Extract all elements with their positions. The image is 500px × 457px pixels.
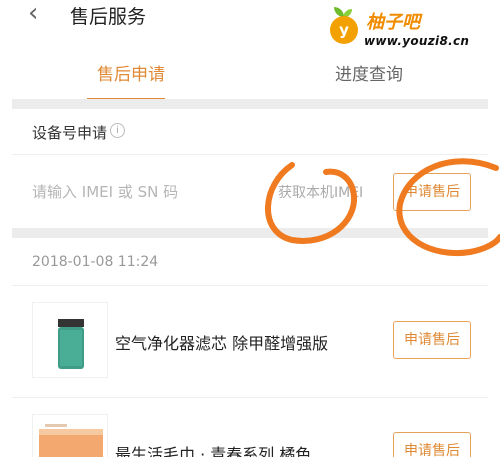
divider — [12, 285, 488, 286]
info-circle-icon[interactable]: i — [110, 123, 125, 138]
apply-after-sales-button[interactable]: 申请售后 — [393, 321, 471, 359]
section-separator — [12, 99, 488, 109]
apply-after-sales-button[interactable]: 申请售后 — [393, 432, 471, 457]
filter-product-image — [58, 319, 84, 369]
imei-sn-input[interactable] — [32, 180, 262, 204]
product-name: 最生活毛巾 · 青春系列 橘色 — [115, 445, 312, 457]
order-date: 2018-01-08 11:24 — [32, 254, 159, 270]
page-title: 售后服务 — [70, 6, 147, 28]
device-section-label: 设备号申请 — [32, 124, 108, 142]
tab-after-sales-apply[interactable]: 售后申请 — [97, 60, 165, 85]
divider — [12, 154, 488, 155]
divider — [12, 397, 488, 398]
product-name: 空气净化器滤芯 除甲醛增强版 — [115, 334, 329, 353]
watermark-brand: 柚子吧 — [366, 12, 420, 33]
towel-product-image — [39, 424, 103, 457]
air-filter-thumbnail[interactable] — [32, 302, 108, 378]
towel-thumbnail[interactable] — [32, 414, 108, 457]
device-apply-after-sales-button[interactable]: 申请售后 — [393, 173, 471, 211]
back-chevron-icon[interactable]: ‹ — [28, 0, 38, 26]
tab-bar: 售后申请 进度查询 — [0, 38, 500, 100]
section-separator — [12, 228, 488, 238]
get-device-imei-link[interactable]: 获取本机IMEI — [278, 182, 363, 202]
tab-progress-query[interactable]: 进度查询 — [335, 60, 403, 85]
